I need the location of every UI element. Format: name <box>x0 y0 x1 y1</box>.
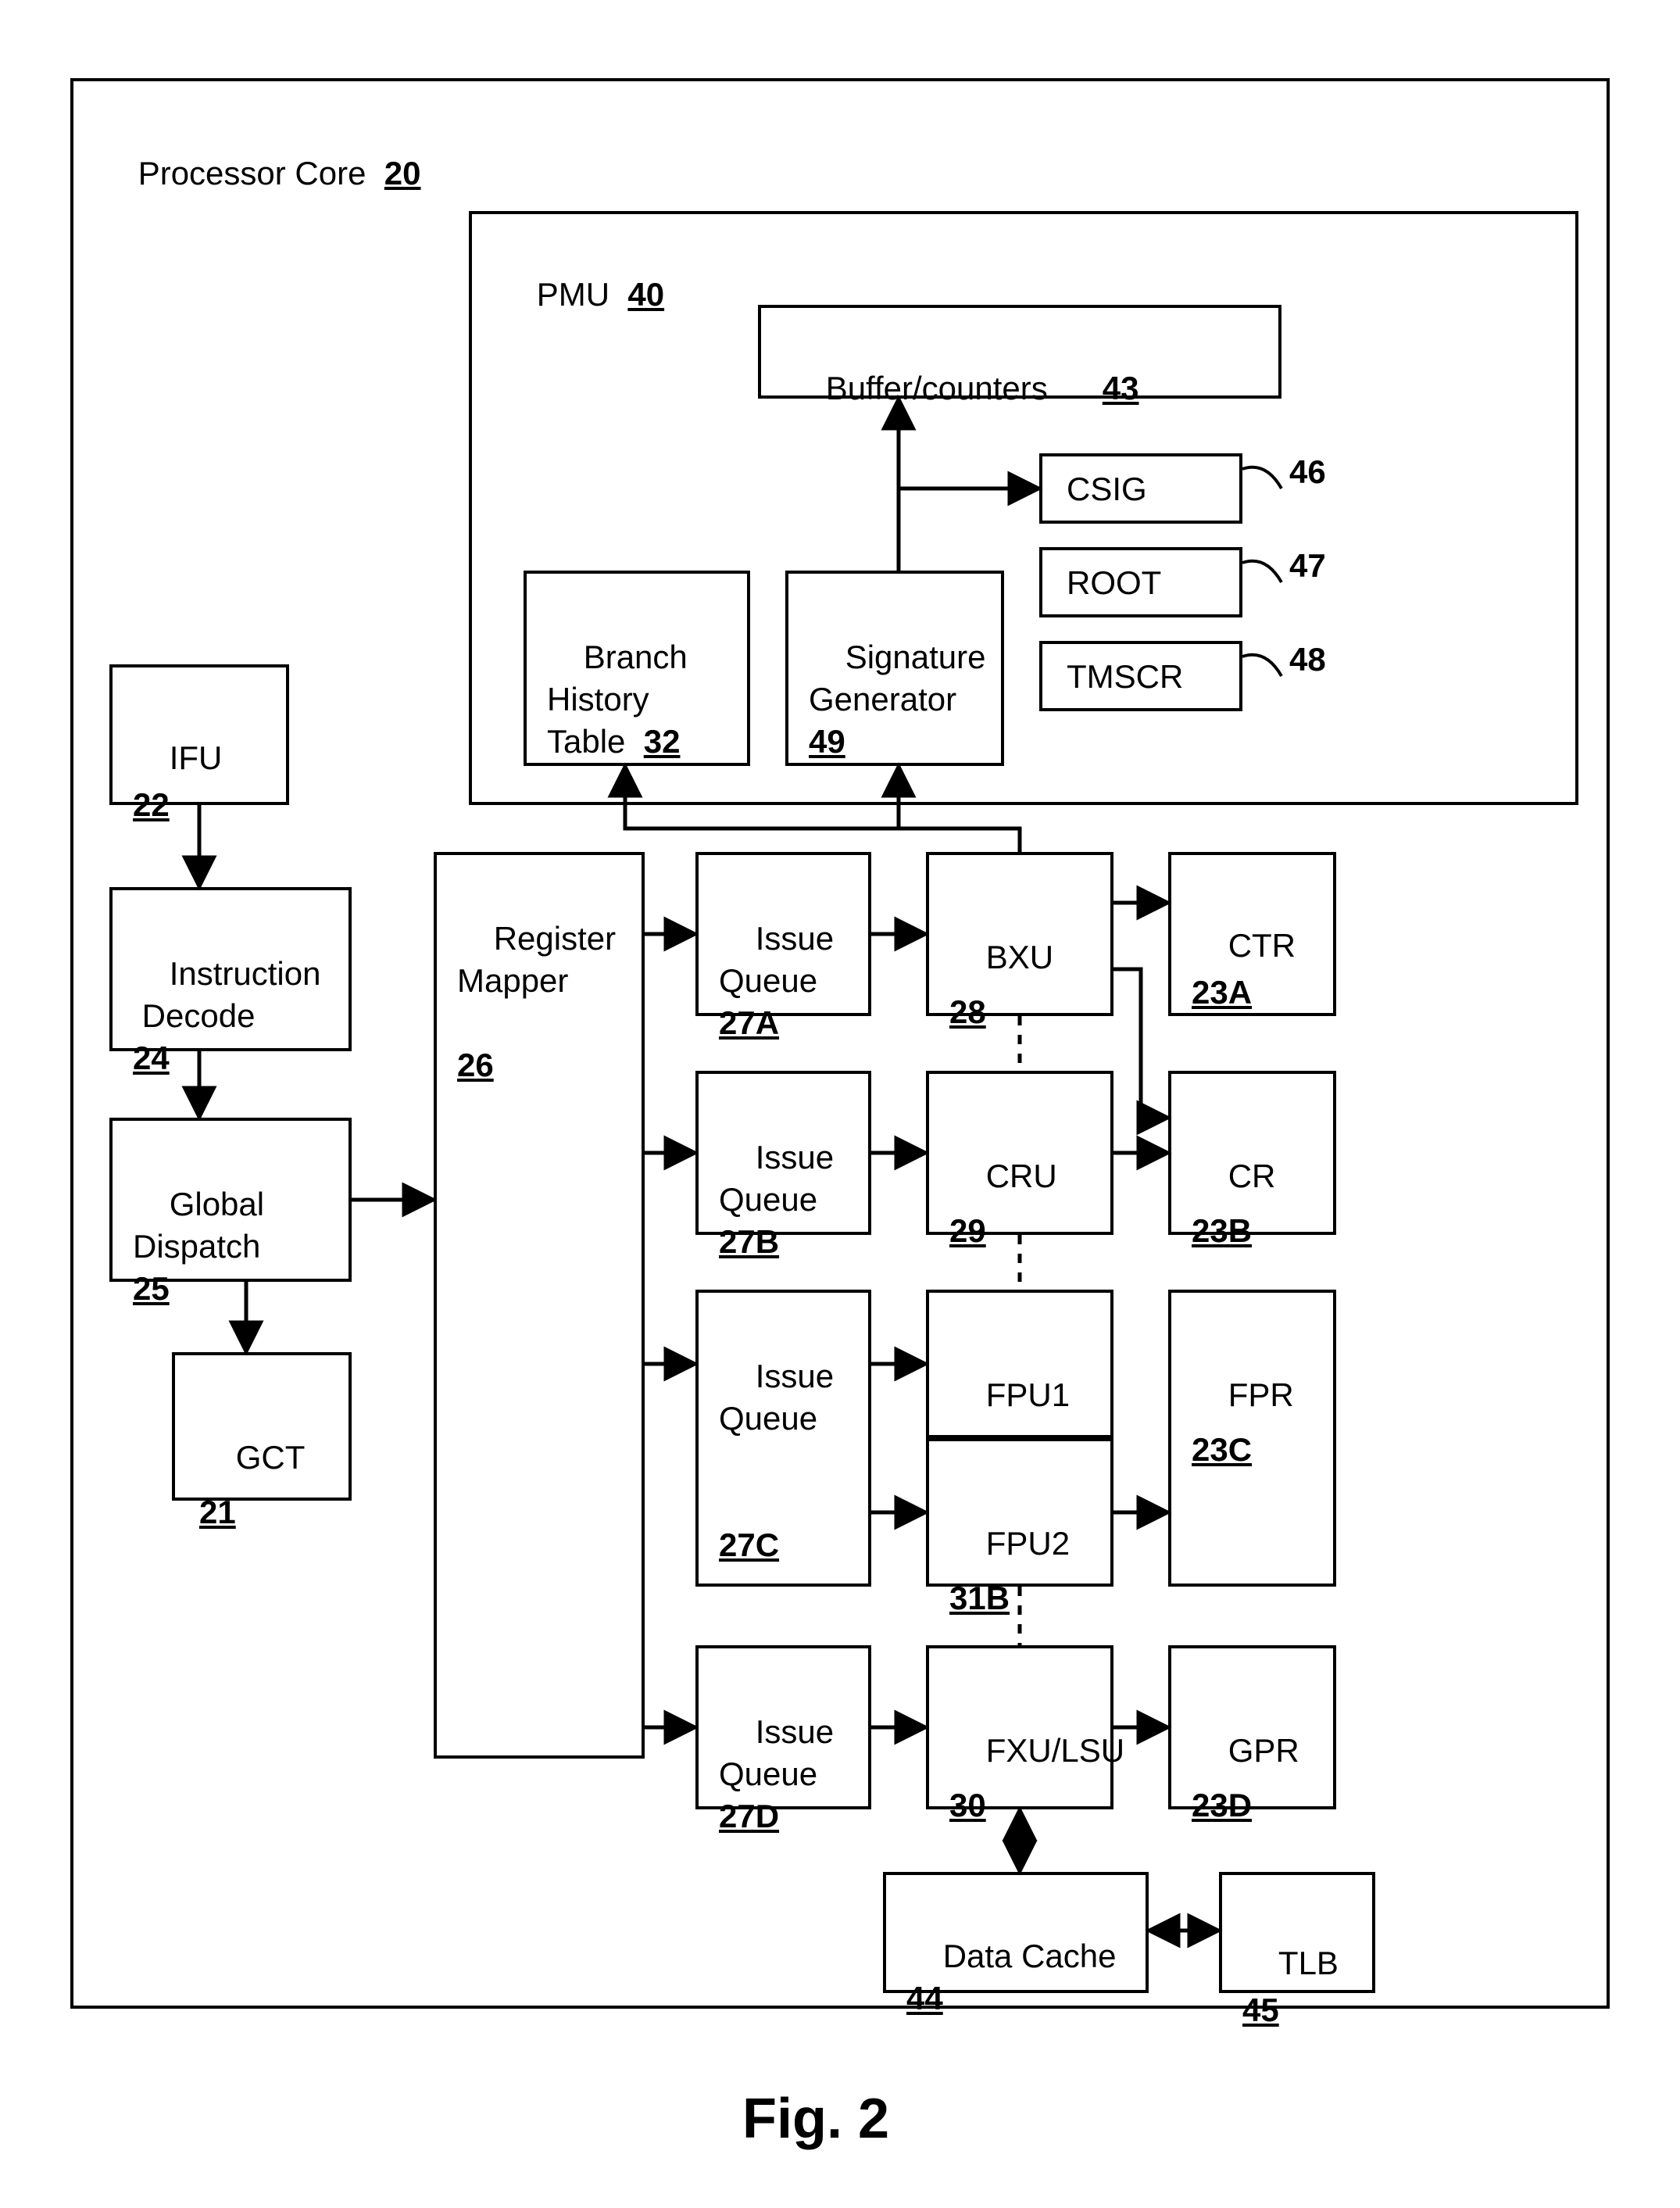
ctr-ref: 23A <box>1192 974 1252 1011</box>
ifu-title: IFU22 <box>133 688 222 875</box>
ifu-title-text: IFU <box>170 739 223 776</box>
root-title: ROOT <box>1067 564 1161 602</box>
bht-ref: 32 <box>644 723 681 760</box>
idec-title-text: Instruction Decode <box>133 955 320 1034</box>
buffer-ref: 43 <box>1103 370 1139 406</box>
bht-title: Branch History Table 32 <box>547 594 688 805</box>
processor-core-ref: 20 <box>384 155 421 191</box>
iq-a-ref: 27A <box>719 1004 779 1041</box>
ctr-title: CTR 23A <box>1192 875 1296 1063</box>
gpr-title: GPR 23D <box>1192 1669 1299 1888</box>
dcache-ref: 44 <box>906 1980 943 2017</box>
siggen-title-text: Signature Generator <box>809 639 985 718</box>
processor-core-title: Processor Core 20 <box>102 117 421 230</box>
gct-title: GCT21 <box>199 1376 305 1594</box>
gct-ref: 21 <box>199 1494 236 1530</box>
buffer-title: Buffer/counters 43 <box>789 332 1138 445</box>
processor-core-title-text: Processor Core <box>138 155 366 191</box>
iq-d-title: Issue Queue 27D <box>719 1669 834 1880</box>
tmscr-title: TMSCR <box>1067 658 1183 696</box>
idec-ref: 24 <box>133 1040 170 1076</box>
rmap-ref: 26 <box>457 1047 494 1083</box>
fpu2-ref: 31B <box>949 1580 1010 1616</box>
iq-c-ref: 27C <box>719 1526 779 1563</box>
fpr-ref: 23C <box>1192 1431 1252 1468</box>
rmap-title-text: Register Mapper <box>457 920 616 999</box>
gpr-ref: 23D <box>1192 1787 1252 1823</box>
fpu1-title-text: FPU1 <box>986 1376 1070 1413</box>
page: Processor Core 20 PMU 40 Buffer/counters… <box>0 0 1680 2208</box>
gdisp-title: Global Dispatch 25 <box>133 1141 264 1352</box>
fpu2-title-text: FPU2 <box>986 1525 1070 1562</box>
iq-a-title: Issue Queue 27A <box>719 875 834 1086</box>
cr-ref: 23B <box>1192 1212 1252 1249</box>
cru-ref: 29 <box>949 1212 986 1249</box>
iq-c-title-text: Issue Queue <box>719 1358 834 1437</box>
iq-d-title-text: Issue Queue <box>719 1713 834 1792</box>
idec-title: Instruction Decode 24 <box>133 911 320 1122</box>
gct-title-text: GCT <box>236 1439 306 1476</box>
bxu-title: BXU28 <box>949 875 1053 1094</box>
csig-ref: 46 <box>1289 453 1326 491</box>
iq-a-title-text: Issue Queue <box>719 920 834 999</box>
iq-c-title: Issue Queue 27C <box>719 1313 834 1609</box>
fxu-title: FXU/LSU30 <box>949 1669 1124 1888</box>
tlb-ref: 45 <box>1242 1991 1279 2028</box>
cru-title-text: CRU <box>986 1158 1057 1194</box>
gdisp-ref: 25 <box>133 1270 170 1307</box>
pmu-title: PMU 40 <box>500 238 664 351</box>
ctr-title-text: CTR <box>1228 927 1296 964</box>
pmu-title-text: PMU <box>537 276 609 313</box>
ifu-ref: 22 <box>133 786 170 823</box>
cr-title: CR 23B <box>1192 1094 1275 1313</box>
iq-d-ref: 27D <box>719 1798 779 1834</box>
root-ref: 47 <box>1289 547 1326 585</box>
fxu-ref: 30 <box>949 1787 986 1823</box>
iq-b-title-text: Issue Queue <box>719 1139 834 1218</box>
figure-caption: Fig. 2 <box>742 2087 889 2151</box>
fxu-title-text: FXU/LSU <box>986 1732 1124 1769</box>
cru-title: CRU29 <box>949 1094 1057 1313</box>
tlb-title-text: TLB <box>1278 1945 1339 1981</box>
gdisp-title-text: Global Dispatch <box>133 1186 264 1265</box>
csig-title: CSIG <box>1067 471 1147 508</box>
fpr-title-text: FPR <box>1228 1376 1294 1413</box>
siggen-title: Signature Generator 49 <box>809 594 985 805</box>
bxu-ref: 28 <box>949 993 986 1030</box>
cr-title-text: CR <box>1228 1158 1276 1194</box>
pmu-ref: 40 <box>627 276 664 313</box>
rmap-title: Register Mapper 26 <box>457 875 616 1129</box>
siggen-ref: 49 <box>809 723 845 760</box>
gpr-title-text: GPR <box>1228 1732 1299 1769</box>
bxu-title-text: BXU <box>986 939 1053 975</box>
buffer-title-text: Buffer/counters <box>826 370 1048 406</box>
iq-b-title: Issue Queue 27B <box>719 1094 834 1305</box>
iq-b-ref: 27B <box>719 1223 779 1260</box>
dcache-title: Data Cache44 <box>906 1893 1116 2062</box>
fpr-title: FPR 23C <box>1192 1313 1294 1532</box>
tlb-title: TLB 45 <box>1242 1893 1339 2081</box>
tmscr-ref: 48 <box>1289 641 1326 678</box>
dcache-title-text: Data Cache <box>943 1938 1117 1974</box>
